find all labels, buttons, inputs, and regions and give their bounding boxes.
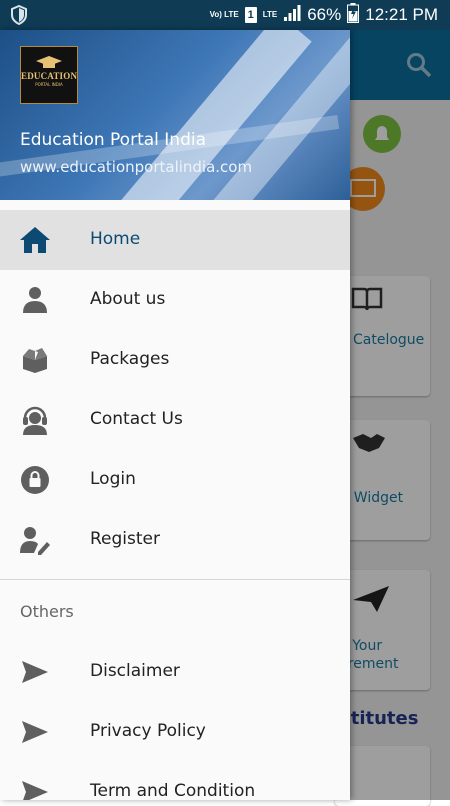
- battery-charging-icon: [347, 2, 360, 28]
- signal-icon: [283, 4, 301, 26]
- user-edit-icon: [18, 524, 52, 556]
- drawer-header: EDUCATION PORTAL INDIA Education Portal …: [0, 30, 350, 200]
- menu-item-term-and-condition[interactable]: Term and Condition: [0, 762, 350, 800]
- menu-label: Register: [90, 529, 160, 549]
- divider: [0, 579, 350, 580]
- menu-item-register[interactable]: Register: [0, 510, 350, 570]
- menu-item-about-us[interactable]: About us: [0, 270, 350, 330]
- menu-item-login[interactable]: Login: [0, 450, 350, 510]
- headset-icon: [18, 404, 52, 436]
- app-url[interactable]: www.educationportalindia.com: [20, 158, 252, 176]
- graduation-cap-icon: [36, 56, 62, 68]
- menu-label: About us: [90, 289, 166, 309]
- home-icon: [18, 224, 52, 256]
- menu-label: Contact Us: [90, 409, 183, 429]
- menu-item-contact-us[interactable]: Contact Us: [0, 390, 350, 450]
- app-title: Education Portal India: [20, 130, 207, 150]
- box-icon: [18, 344, 52, 376]
- menu-label: Privacy Policy: [90, 721, 206, 741]
- menu-item-packages[interactable]: Packages: [0, 330, 350, 390]
- menu-item-disclaimer[interactable]: Disclaimer: [0, 642, 350, 702]
- clock: 12:21 PM: [365, 5, 438, 24]
- menu-item-home[interactable]: Home: [0, 210, 350, 270]
- scrim[interactable]: [350, 30, 450, 800]
- battery-percent: 66%: [307, 5, 342, 24]
- menu-label: Disclaimer: [90, 661, 180, 681]
- navigation-drawer: EDUCATION PORTAL INDIA Education Portal …: [0, 30, 350, 800]
- app-logo: EDUCATION PORTAL INDIA: [20, 46, 78, 104]
- section-title-others: Others: [20, 602, 74, 621]
- menu-label: Term and Condition: [90, 781, 256, 800]
- send-icon: [18, 776, 52, 800]
- shield-icon: [10, 4, 28, 30]
- send-icon: [18, 656, 52, 688]
- volte-indicator: Vo) LTE: [209, 10, 239, 19]
- menu-label: Home: [90, 229, 141, 249]
- person-icon: [18, 284, 52, 316]
- send-icon: [18, 716, 52, 748]
- sim-indicator: 1: [244, 7, 257, 23]
- lock-icon: [18, 464, 52, 496]
- menu-label: Packages: [90, 349, 170, 369]
- menu-label: Login: [90, 469, 136, 489]
- menu-item-privacy-policy[interactable]: Privacy Policy: [0, 702, 350, 762]
- lte-indicator: LTE: [262, 10, 278, 19]
- status-bar: Vo) LTE 1 LTE 66% 12:21 PM: [0, 0, 450, 30]
